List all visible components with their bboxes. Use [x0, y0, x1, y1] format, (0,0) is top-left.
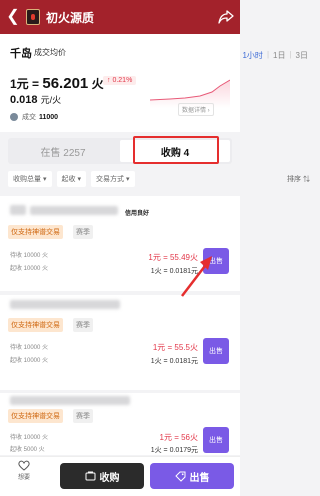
filter-bar: 收购总量 ▾ 起收 ▾ 交易方式 ▾ [0, 168, 240, 190]
redacted-name [10, 396, 130, 405]
tag-icon [174, 471, 185, 482]
brand-logo: 千岛 [10, 47, 32, 60]
exchange-ratio: 1元 = 55.49火 [148, 253, 198, 262]
page-title: 初火源质 [46, 10, 95, 25]
trade-method-tag: 仅支持神谱交易 [8, 409, 63, 423]
min-quantity: 起收 10000 火 [10, 358, 49, 364]
season-tag: 赛季 [73, 318, 93, 332]
redacted-name [30, 206, 118, 215]
cart-icon [85, 471, 95, 481]
buy-total: 待收 10000 火 [10, 345, 49, 351]
price-per-unit: 0.018 元/火 [10, 94, 62, 106]
sort-button[interactable]: 排序 ⇅ [287, 174, 310, 184]
change-badge: ↑ 0.21% [103, 76, 137, 85]
app-header: ❮ 初火源质 [0, 0, 240, 34]
deal-count: 成交 11000 [10, 112, 58, 122]
sell-main-button[interactable]: 出售 [150, 463, 234, 489]
buy-total: 待收 10000 火 [10, 253, 49, 259]
avatar [10, 113, 18, 121]
min-quantity: 起收 10000 火 [10, 266, 49, 272]
time-range-selector: 1小时 | 1日 | 3日 [238, 50, 312, 61]
sell-button[interactable]: 出售 [203, 338, 229, 364]
redacted-avatar [10, 205, 26, 215]
avg-price-title: 成交均价 [34, 48, 66, 57]
season-tag: 赛季 [73, 225, 93, 239]
data-detail-button[interactable]: 数据详情 › [178, 103, 214, 116]
filter-total[interactable]: 收购总量 ▾ [8, 171, 52, 187]
min-quantity: 起收 5000 火 [10, 447, 45, 453]
unit-price: 1火 = 0.0181元 [150, 358, 198, 365]
chevron-down-icon: ▾ [43, 176, 47, 183]
redacted-name [10, 300, 120, 309]
heart-icon [18, 460, 30, 471]
unit-price: 1火 = 0.0181元 [150, 268, 198, 275]
highlight-box [133, 136, 219, 164]
list-item: 仅支持神谱交易 赛季 待收 10000 火 起收 10000 火 1元 = 55… [0, 295, 240, 390]
range-1h[interactable]: 1小时 [238, 50, 266, 61]
filter-min[interactable]: 起收 ▾ [56, 171, 87, 187]
list-item: 信用良好 仅支持神谱交易 赛季 待收 10000 火 起收 10000 火 1元… [0, 196, 240, 291]
item-thumbnail [26, 9, 40, 25]
trade-method-tag: 仅支持神谱交易 [8, 318, 63, 332]
sell-button[interactable]: 出售 [203, 427, 229, 453]
filter-method[interactable]: 交易方式 ▾ [91, 171, 135, 187]
share-icon[interactable] [212, 10, 240, 24]
sell-button[interactable]: 出售 [203, 248, 229, 274]
trade-method-tag: 仅支持神谱交易 [8, 225, 63, 239]
chevron-down-icon: ▾ [126, 176, 130, 183]
buy-total: 待收 10000 火 [10, 435, 49, 441]
range-3d[interactable]: 3日 [292, 50, 312, 61]
chevron-down-icon: ▾ [77, 176, 82, 183]
credit-badge: 信用良好 [125, 211, 150, 217]
list-item: 仅支持神谱交易 赛季 待收 10000 火 起收 5000 火 1元 = 56火… [0, 393, 240, 455]
price-per-yuan: 1元 = 56.201 火 [10, 75, 104, 92]
buy-request-button[interactable]: 收购 [60, 463, 144, 489]
unit-price: 1火 = 0.0179元 [150, 447, 198, 454]
exchange-ratio: 1元 = 56火 [159, 433, 198, 442]
back-icon[interactable]: ❮ [0, 0, 26, 34]
want-button[interactable]: 想要 [14, 460, 34, 481]
range-1d[interactable]: 1日 [269, 50, 289, 61]
price-sparkline [150, 79, 230, 108]
tab-selling[interactable]: 在售 2257 [8, 138, 118, 164]
exchange-ratio: 1元 = 55.5火 [152, 343, 198, 352]
season-tag: 赛季 [73, 409, 93, 423]
